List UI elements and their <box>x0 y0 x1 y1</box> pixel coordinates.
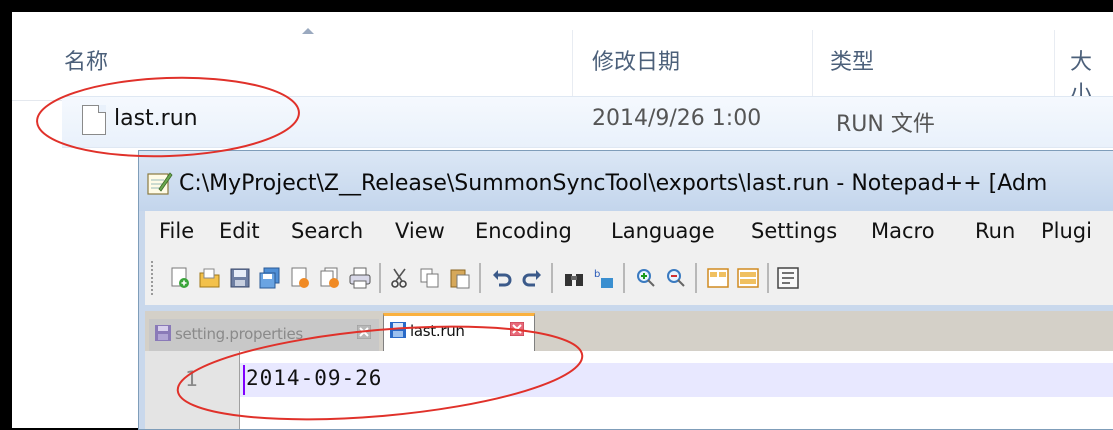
open-file-icon[interactable] <box>199 267 221 289</box>
paste-icon[interactable] <box>449 267 471 289</box>
print-icon[interactable] <box>349 267 371 289</box>
new-file-icon[interactable] <box>169 267 191 289</box>
menu-run[interactable]: Run <box>975 219 1015 243</box>
window-title: C:\MyProject\Z__Release\SummonSyncTool\e… <box>179 171 1048 196</box>
undo-icon[interactable] <box>491 267 513 289</box>
menu-macro[interactable]: Macro <box>871 219 935 243</box>
column-header-bar: 名称 修改日期 类型 大小 <box>12 12 1113 107</box>
close-all-icon[interactable] <box>319 267 341 289</box>
menu-bar: File Edit Search View Encoding Language … <box>145 211 1113 253</box>
menu-view[interactable]: View <box>395 219 445 243</box>
find-icon[interactable] <box>563 267 585 289</box>
zoom-in-icon[interactable] <box>635 267 657 289</box>
window-title-bar[interactable]: C:\MyProject\Z__Release\SummonSyncTool\e… <box>139 151 1113 211</box>
text-caret <box>243 365 245 395</box>
toolbar-separator <box>767 263 769 293</box>
menu-language[interactable]: Language <box>611 219 715 243</box>
notepad-plus-plus-window: C:\MyProject\Z__Release\SummonSyncTool\e… <box>138 150 1113 430</box>
line-number: 1 <box>185 367 198 391</box>
tab-label: last.run <box>410 322 465 340</box>
document-tab-bar: setting.properties last.run <box>145 311 1113 354</box>
toolbar-separator <box>379 263 381 293</box>
sync-vertical-icon[interactable] <box>707 267 729 289</box>
file-icon <box>82 105 106 135</box>
file-row-last-run[interactable]: last.run 2014/9/26 1:00 RUN 文件 <box>62 96 1113 148</box>
tab-label: setting.properties <box>175 325 303 343</box>
text-editor[interactable]: 1 2014-09-26 <box>145 351 1113 429</box>
saved-file-icon <box>390 322 406 338</box>
tab-last-run[interactable]: last.run <box>383 313 535 354</box>
sort-ascending-icon <box>302 28 314 34</box>
file-modified-date: 2014/9/26 1:00 <box>592 106 762 131</box>
toolbar-separator <box>551 263 553 293</box>
toolbar-separator <box>479 263 481 293</box>
toolbar-grip[interactable] <box>151 261 157 295</box>
copy-icon[interactable] <box>419 267 441 289</box>
close-icon[interactable] <box>357 325 371 339</box>
menu-search[interactable]: Search <box>291 219 363 243</box>
tab-setting-properties[interactable]: setting.properties <box>149 319 379 351</box>
close-icon[interactable] <box>510 322 524 336</box>
menu-plugins[interactable]: Plugi <box>1041 219 1092 243</box>
menu-file[interactable]: File <box>159 219 194 243</box>
save-icon[interactable] <box>229 267 251 289</box>
file-name: last.run <box>114 106 198 131</box>
close-file-icon[interactable] <box>289 267 311 289</box>
toolbar-separator <box>695 263 697 293</box>
menu-edit[interactable]: Edit <box>219 219 260 243</box>
redo-icon[interactable] <box>521 267 543 289</box>
editor-line-content[interactable]: 2014-09-26 <box>246 366 382 390</box>
toolbar: b <box>145 253 1113 305</box>
cut-icon[interactable] <box>389 267 411 289</box>
menu-settings[interactable]: Settings <box>751 219 837 243</box>
svg-text:b: b <box>594 269 600 280</box>
file-type: RUN 文件 <box>836 112 935 137</box>
sync-horizontal-icon[interactable] <box>737 267 759 289</box>
notepad-app-icon <box>147 172 173 195</box>
zoom-out-icon[interactable] <box>665 267 687 289</box>
line-number-gutter: 1 <box>145 351 240 429</box>
word-wrap-icon[interactable] <box>777 267 799 289</box>
column-divider[interactable] <box>812 30 813 100</box>
toolbar-separator <box>623 263 625 293</box>
column-header-type[interactable]: 类型 <box>830 44 874 76</box>
column-divider[interactable] <box>572 30 573 100</box>
saved-file-icon <box>155 325 171 341</box>
column-divider[interactable] <box>1054 30 1055 100</box>
menu-encoding[interactable]: Encoding <box>475 219 572 243</box>
replace-icon[interactable]: b <box>593 267 615 289</box>
save-all-icon[interactable] <box>259 267 281 289</box>
column-header-name[interactable]: 名称 <box>64 44 108 76</box>
column-header-modified[interactable]: 修改日期 <box>592 44 680 76</box>
